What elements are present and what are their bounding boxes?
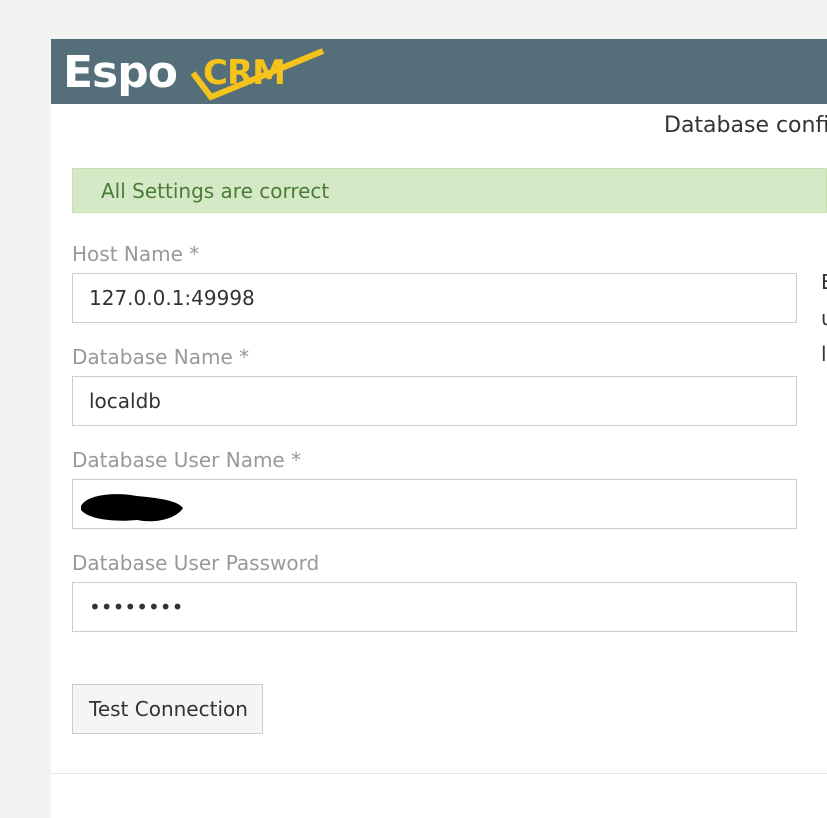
success-alert: All Settings are correct bbox=[72, 168, 827, 213]
logo-swoosh-icon bbox=[190, 48, 325, 101]
footer-divider bbox=[51, 773, 827, 774]
app-header: Espo CRM bbox=[51, 39, 827, 104]
test-connection-label: Test Connection bbox=[89, 697, 248, 721]
espocrm-logo: Espo CRM bbox=[63, 43, 333, 101]
database-user-password-label: Database User Password bbox=[72, 551, 320, 575]
database-user-name-label: Database User Name * bbox=[72, 448, 302, 472]
host-name-label: Host Name * bbox=[72, 242, 200, 266]
database-user-password-input[interactable]: •••••••• bbox=[72, 582, 797, 632]
database-user-name-input[interactable] bbox=[72, 479, 797, 529]
database-user-password-value: •••••••• bbox=[89, 595, 184, 619]
database-name-label: Database Name * bbox=[72, 345, 250, 369]
side-text-line1: E bbox=[821, 270, 827, 294]
redaction-scribble-icon bbox=[81, 494, 183, 522]
side-text-line3: l bbox=[821, 342, 827, 366]
test-connection-button[interactable]: Test Connection bbox=[72, 684, 263, 734]
side-text-line2: u bbox=[821, 306, 827, 330]
installer-panel: Espo CRM Database config All Settings ar… bbox=[51, 39, 827, 818]
page-title: Database config bbox=[664, 113, 827, 138]
database-name-value: localdb bbox=[89, 389, 161, 413]
host-name-input[interactable]: 127.0.0.1:49998 bbox=[72, 273, 797, 323]
logo-espo-text: Espo bbox=[63, 47, 178, 98]
alert-message: All Settings are correct bbox=[101, 179, 330, 203]
host-name-value: 127.0.0.1:49998 bbox=[89, 286, 255, 310]
database-name-input[interactable]: localdb bbox=[72, 376, 797, 426]
